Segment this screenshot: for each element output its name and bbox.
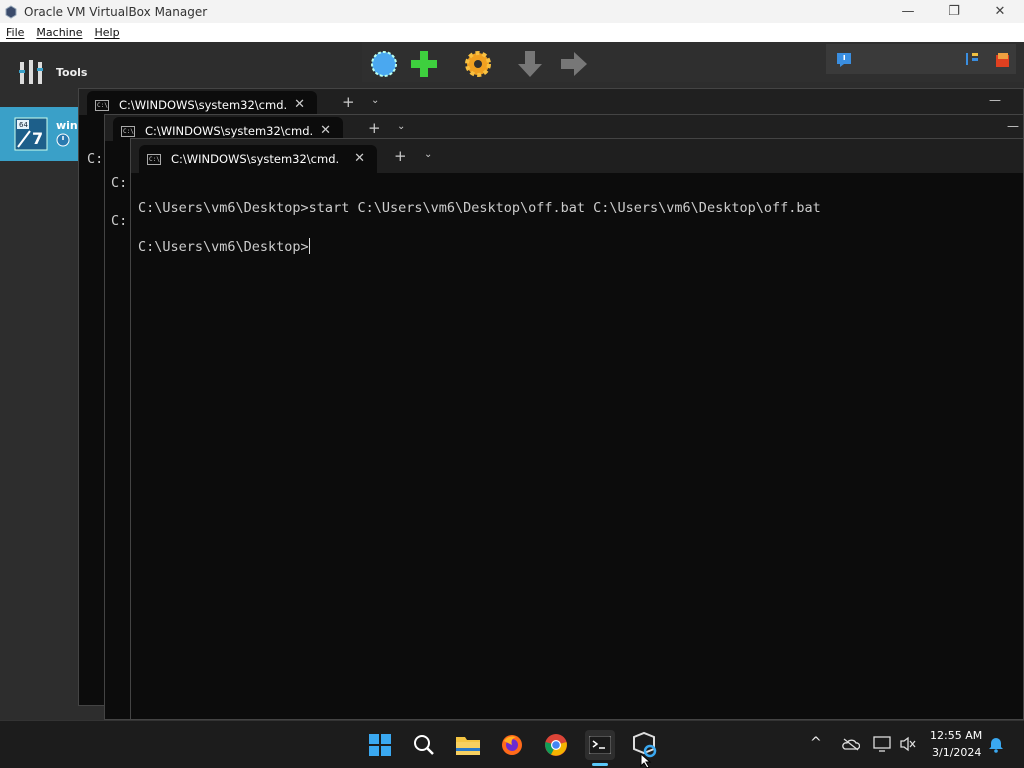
taskbar: ^ 12:55 AM 3/1/2024 [0, 720, 1024, 768]
tab-title: C:\WINDOWS\system32\cmd. [119, 98, 288, 112]
terminal-content[interactable]: C:\Users\vm6\Desktop>start C:\Users\vm6\… [131, 173, 1023, 719]
terminal-prompt-line: C:\Users\vm6\Desktop> [138, 238, 310, 255]
tab-close-icon[interactable]: ✕ [320, 123, 331, 138]
new-tab-icon[interactable]: + [368, 119, 381, 137]
vm-list-item[interactable]: 64 7 wind [0, 107, 86, 161]
tab-title: C:\WINDOWS\system32\cmd. [171, 152, 340, 166]
start-windows-icon[interactable] [366, 731, 394, 759]
menu-machine[interactable]: Machine [36, 26, 82, 39]
volume-muted-icon[interactable] [899, 736, 917, 752]
close-button[interactable]: ✕ [977, 0, 1023, 23]
menu-help[interactable]: Help [94, 26, 119, 39]
add-icon[interactable] [408, 48, 440, 80]
search-icon[interactable] [410, 731, 438, 759]
tab-title: C:\WINDOWS\system32\cmd. [145, 124, 314, 138]
mouse-pointer-icon [640, 753, 652, 768]
minimize-icon[interactable]: — [1007, 119, 1019, 133]
vm-badge-text: 64 [19, 121, 28, 129]
menu-file[interactable]: File [6, 26, 24, 39]
start-right-arrow-icon[interactable] [558, 48, 590, 80]
tab-close-icon[interactable]: ✕ [354, 151, 365, 166]
dropdown-icon[interactable]: ⌄ [397, 121, 405, 132]
chrome-icon[interactable] [542, 731, 570, 759]
cmd-icon: C:\ [121, 125, 135, 137]
sort-icon[interactable] [964, 51, 980, 67]
tools-icon [19, 60, 43, 84]
tools-item[interactable]: Tools [0, 50, 87, 96]
vbox-titlebar: Oracle VM VirtualBox Manager — ❐ ✕ [0, 0, 1024, 23]
terminal-line: C: [111, 175, 128, 191]
maximize-button[interactable]: ❐ [931, 0, 977, 23]
machine-tools-icon[interactable] [994, 51, 1012, 69]
new-tab-icon[interactable]: + [394, 147, 407, 165]
tab-close-icon[interactable]: ✕ [294, 97, 305, 112]
minimize-button[interactable]: — [885, 0, 931, 23]
file-explorer-icon[interactable] [454, 731, 482, 759]
settings-gear-icon[interactable] [462, 48, 494, 80]
clock-time[interactable]: 12:55 AM [930, 729, 982, 742]
vbox-right-toolbar [826, 44, 1016, 74]
notification-bell-icon[interactable] [988, 737, 1004, 753]
tools-label: Tools [56, 66, 88, 79]
terminal-taskbar-icon[interactable] [585, 730, 615, 760]
terminal-line: C: [87, 151, 104, 167]
dropdown-icon[interactable]: ⌄ [424, 149, 432, 160]
show-hidden-icons-chevron-icon[interactable]: ^ [810, 735, 822, 751]
terminal-window-active[interactable]: C:\ C:\WINDOWS\system32\cmd. ✕ + ⌄ C:\Us… [130, 138, 1024, 720]
active-app-indicator [592, 763, 608, 766]
terminal-command-line: C:\Users\vm6\Desktop>start C:\Users\vm6\… [138, 200, 821, 216]
window-title: Oracle VM VirtualBox Manager [24, 4, 208, 19]
power-state-icon [56, 133, 70, 147]
firefox-icon[interactable] [498, 731, 526, 759]
onedrive-offline-icon[interactable] [842, 737, 860, 751]
minimize-icon[interactable]: — [989, 93, 1001, 107]
clock-date[interactable]: 3/1/2024 [932, 746, 981, 759]
windows-7-os-icon: 64 7 [14, 117, 48, 151]
terminal-line: C: [111, 213, 128, 229]
terminal-tab-active[interactable]: C:\ C:\WINDOWS\system32\cmd. ✕ [139, 145, 377, 173]
notification-icon[interactable] [836, 52, 852, 68]
cmd-icon: C:\ [95, 99, 109, 111]
network-icon[interactable] [873, 736, 891, 752]
new-tab-icon[interactable]: + [342, 93, 355, 111]
text-cursor [308, 238, 310, 254]
cmd-icon: C:\ [147, 153, 161, 165]
vm-version-text: 7 [32, 129, 43, 148]
prompt-text: C:\Users\vm6\Desktop> [138, 239, 309, 255]
menubar: File Machine Help [0, 23, 1024, 42]
discard-down-arrow-icon[interactable] [514, 48, 546, 80]
dropdown-icon[interactable]: ⌄ [371, 95, 379, 106]
new-machine-icon[interactable] [368, 48, 400, 80]
virtualbox-icon [5, 4, 17, 19]
